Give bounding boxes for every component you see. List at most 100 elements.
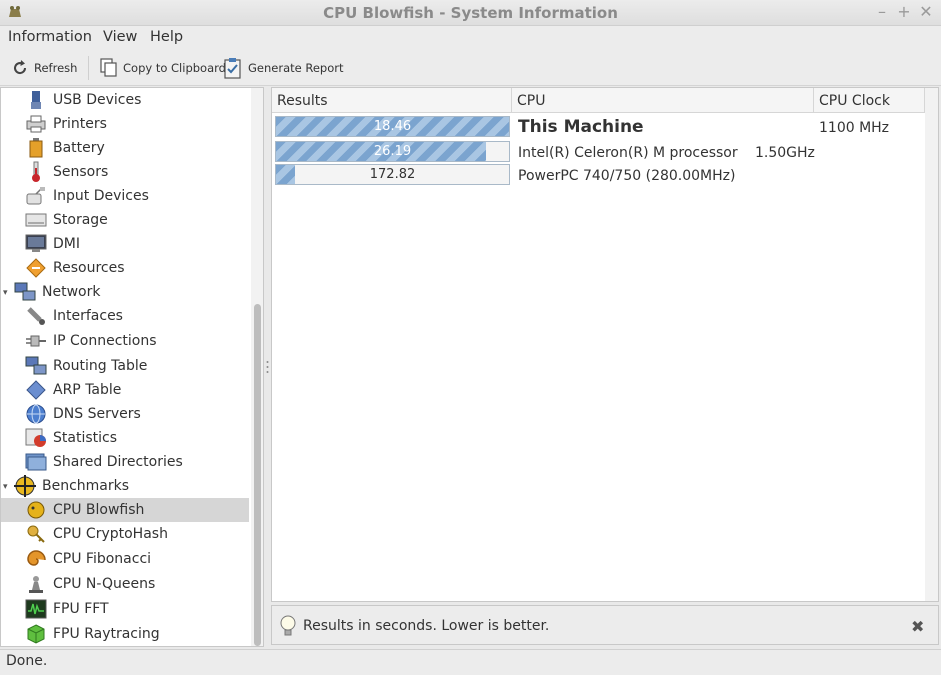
cpu-clock: 1100 MHz	[819, 120, 890, 136]
printer-icon	[25, 113, 47, 135]
sidebar-item-label: FPU FFT	[53, 601, 109, 617]
close-info-icon[interactable]: ✖	[911, 617, 924, 636]
sidebar-item-cpu-blowfish[interactable]: CPU Blowfish	[1, 498, 249, 522]
sidebar-item-cpu-n-queens[interactable]: CPU N-Queens	[25, 572, 155, 596]
result-value: 18.46	[373, 119, 412, 134]
status-text: Done.	[6, 653, 48, 669]
menu-view[interactable]: View	[103, 29, 137, 45]
sidebar-item-label: Sensors	[53, 164, 109, 180]
sidebar-item-label: Storage	[53, 212, 108, 228]
column-header-cpu-clock[interactable]: CPU Clock	[814, 88, 925, 113]
interfaces-icon	[25, 305, 47, 327]
benchmarks-icon	[14, 475, 36, 497]
close-window-button[interactable]: ✕	[917, 3, 935, 21]
minimize-button[interactable]: –	[873, 3, 891, 21]
toolbar-separator	[88, 56, 89, 80]
sidebar-item-label: Routing Table	[53, 358, 148, 374]
folder-icon	[25, 451, 47, 473]
fft-icon	[25, 598, 47, 620]
sidebar-item-label: ARP Table	[53, 382, 122, 398]
sidebar-item-battery[interactable]: Battery	[25, 136, 105, 160]
sidebar-item-network[interactable]: Network	[14, 280, 100, 304]
sidebar-item-sensors[interactable]: Sensors	[25, 160, 108, 184]
sidebar-item-ip-connections[interactable]: IP Connections	[25, 329, 157, 353]
sidebar-item-dns-servers[interactable]: DNS Servers	[25, 402, 141, 426]
menu-bar: Information View Help	[0, 26, 941, 50]
column-header-cpu[interactable]: CPU	[512, 88, 814, 113]
sidebar-item-arp-table[interactable]: ARP Table	[25, 378, 121, 402]
copy-label: Copy to Clipboard	[123, 61, 226, 75]
info-message: Results in seconds. Lower is better.	[303, 618, 550, 634]
sidebar-item-dmi[interactable]: DMI	[25, 232, 80, 256]
plug-icon	[25, 330, 47, 352]
chess-icon	[25, 573, 47, 595]
refresh-button[interactable]: Refresh	[11, 56, 77, 80]
keys-icon	[25, 523, 47, 545]
sidebar-item-label: CPU Blowfish	[53, 502, 145, 518]
cpu-clock: 1.50GHz	[755, 145, 815, 161]
sidebar-item-statistics[interactable]: Statistics	[25, 426, 117, 450]
sidebar-item-label: DNS Servers	[53, 406, 141, 422]
battery-icon	[25, 137, 47, 159]
sidebar-item-usb-devices[interactable]: USB Devices	[25, 88, 141, 112]
sidebar-item-input-devices[interactable]: Input Devices	[25, 184, 149, 208]
network-expander[interactable]: ▾	[3, 288, 11, 298]
results-table: Results CPU CPU Clock 18.46 This Machine…	[271, 87, 939, 602]
sidebar-item-label: Input Devices	[53, 188, 149, 204]
status-bar: Done.	[0, 649, 941, 675]
sidebar-item-label: CPU Fibonacci	[53, 551, 152, 567]
sidebar-item-resources[interactable]: Resources	[25, 256, 125, 280]
window-title: CPU Blowfish - System Information	[323, 4, 618, 22]
globe-icon	[25, 403, 47, 425]
resources-icon	[25, 257, 47, 279]
sidebar-item-benchmarks[interactable]: Benchmarks	[14, 474, 129, 498]
generate-report-button[interactable]: Generate Report	[223, 56, 344, 80]
results-scrollbar[interactable]	[925, 88, 938, 601]
thermometer-icon	[25, 161, 47, 183]
cpu-name: This Machine	[518, 117, 644, 137]
result-bar: 26.19	[275, 141, 510, 162]
arp-icon	[25, 379, 47, 401]
lightbulb-icon	[280, 615, 296, 636]
sidebar-item-interfaces[interactable]: Interfaces	[25, 304, 123, 328]
blowfish-icon	[25, 499, 47, 521]
result-value: 172.82	[369, 167, 416, 182]
sidebar-item-label: Printers	[53, 116, 107, 132]
menu-information[interactable]: Information	[8, 29, 92, 45]
sidebar-item-fpu-fft[interactable]: FPU FFT	[25, 597, 109, 621]
input-devices-icon	[25, 185, 47, 207]
sidebar-item-label: Resources	[53, 260, 125, 276]
pane-resize-handle[interactable]	[266, 360, 269, 374]
sidebar-item-fpu-raytracing[interactable]: FPU Raytracing	[25, 622, 160, 646]
sidebar-item-printers[interactable]: Printers	[25, 112, 107, 136]
refresh-label: Refresh	[34, 61, 78, 75]
column-header-results[interactable]: Results	[272, 88, 512, 113]
routing-icon	[25, 355, 47, 377]
sidebar-item-label: Battery	[53, 140, 105, 156]
cpu-name: PowerPC 740/750 (280.00MHz)	[518, 168, 736, 184]
storage-icon	[25, 209, 47, 231]
menu-help[interactable]: Help	[150, 29, 183, 45]
maximize-button[interactable]: +	[895, 3, 913, 21]
copy-to-clipboard-button[interactable]: Copy to Clipboard	[100, 56, 226, 80]
sidebar-item-label: USB Devices	[53, 92, 142, 108]
statistics-icon	[25, 427, 47, 449]
cpu-name: Intel(R) Celeron(R) M processor	[518, 145, 738, 161]
sidebar-item-routing-table[interactable]: Routing Table	[25, 354, 147, 378]
sidebar-item-storage[interactable]: Storage	[25, 208, 108, 232]
sidebar-item-shared-directories[interactable]: Shared Directories	[25, 450, 183, 474]
sidebar-item-label: FPU Raytracing	[53, 626, 160, 642]
sidebar-scrollbar-thumb[interactable]	[254, 304, 261, 646]
network-icon	[14, 281, 36, 303]
sidebar-item-cpu-cryptohash[interactable]: CPU CryptoHash	[25, 522, 168, 546]
report-label: Generate Report	[248, 61, 344, 75]
benchmarks-expander[interactable]: ▾	[3, 482, 11, 492]
result-bar: 172.82	[275, 164, 510, 185]
sidebar-item-label: Shared Directories	[53, 454, 183, 470]
title-bar: CPU Blowfish - System Information – + ✕	[0, 0, 941, 26]
sidebar-item-label: DMI	[53, 236, 80, 252]
toolbar: Refresh Copy to Clipboard Generate Repor…	[0, 50, 941, 86]
sidebar-item-cpu-fibonacci[interactable]: CPU Fibonacci	[25, 547, 151, 571]
report-icon	[224, 58, 241, 79]
sidebar-item-label: CPU N-Queens	[53, 576, 156, 592]
